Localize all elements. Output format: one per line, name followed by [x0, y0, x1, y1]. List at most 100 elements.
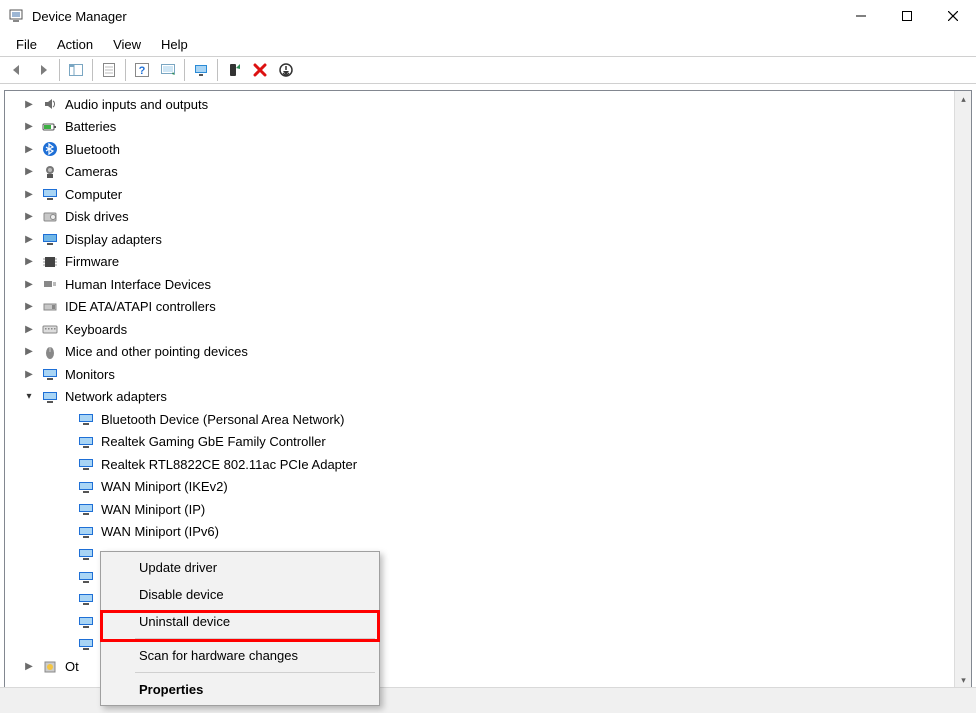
mouse-icon	[41, 343, 59, 361]
keyboard-icon	[41, 320, 59, 338]
camera-icon	[41, 163, 59, 181]
network-adapter-icon	[77, 410, 95, 428]
minimize-button[interactable]	[838, 0, 884, 32]
ide-icon	[41, 298, 59, 316]
context-properties[interactable]: Properties	[103, 676, 377, 703]
toolbar: ?	[0, 56, 976, 84]
scan-hardware-button[interactable]	[156, 58, 180, 82]
chevron-right-icon[interactable]: ▶	[21, 366, 37, 382]
menu-file[interactable]: File	[6, 35, 47, 54]
battery-icon	[41, 118, 59, 136]
category-label: Keyboards	[65, 322, 127, 337]
category-audio[interactable]: ▶ Audio inputs and outputs	[5, 93, 971, 116]
chevron-right-icon[interactable]: ▶	[21, 321, 37, 337]
menu-help[interactable]: Help	[151, 35, 198, 54]
category-label: Monitors	[65, 367, 115, 382]
context-menu-separator	[135, 672, 375, 673]
context-menu: Update driver Disable device Uninstall d…	[100, 551, 380, 706]
toolbar-separator	[125, 59, 126, 81]
chevron-right-icon[interactable]: ▶	[21, 254, 37, 270]
device-label: Realtek Gaming GbE Family Controller	[101, 434, 326, 449]
category-label: Cameras	[65, 164, 118, 179]
vertical-scrollbar[interactable]: ▴ ▾	[954, 91, 971, 689]
chevron-right-icon[interactable]: ▶	[21, 299, 37, 315]
category-bluetooth[interactable]: ▶ Bluetooth	[5, 138, 971, 161]
context-scan-hardware[interactable]: Scan for hardware changes	[103, 642, 377, 669]
category-ide[interactable]: ▶ IDE ATA/ATAPI controllers	[5, 296, 971, 319]
properties-button[interactable]	[97, 58, 121, 82]
enable-device-button[interactable]	[222, 58, 246, 82]
maximize-button[interactable]	[884, 0, 930, 32]
network-adapter-icon	[77, 455, 95, 473]
help-button[interactable]: ?	[130, 58, 154, 82]
category-display-adapters[interactable]: ▶ Display adapters	[5, 228, 971, 251]
category-monitors[interactable]: ▶ Monitors	[5, 363, 971, 386]
category-batteries[interactable]: ▶ Batteries	[5, 116, 971, 139]
category-label: Human Interface Devices	[65, 277, 211, 292]
device-item[interactable]: Bluetooth Device (Personal Area Network)	[5, 408, 971, 431]
category-label: Disk drives	[65, 209, 129, 224]
window-title: Device Manager	[32, 9, 127, 24]
svg-text:?: ?	[139, 65, 146, 77]
chevron-right-icon[interactable]: ▶	[21, 276, 37, 292]
chevron-right-icon[interactable]: ▶	[21, 141, 37, 157]
context-uninstall-device[interactable]: Uninstall device	[103, 608, 377, 635]
disable-device-button[interactable]	[274, 58, 298, 82]
category-computer[interactable]: ▶ Computer	[5, 183, 971, 206]
computer-icon	[41, 185, 59, 203]
firmware-icon	[41, 253, 59, 271]
device-label: WAN Miniport (IP)	[101, 502, 205, 517]
chevron-right-icon[interactable]: ▶	[21, 209, 37, 225]
category-disk-drives[interactable]: ▶ Disk drives	[5, 206, 971, 229]
chevron-right-icon[interactable]: ▶	[21, 186, 37, 202]
menubar: File Action View Help	[0, 32, 976, 56]
menu-action[interactable]: Action	[47, 35, 103, 54]
category-mice[interactable]: ▶ Mice and other pointing devices	[5, 341, 971, 364]
show-hide-tree-button[interactable]	[64, 58, 88, 82]
toolbar-separator	[217, 59, 218, 81]
category-network-adapters[interactable]: ▾ Network adapters	[5, 386, 971, 409]
device-item[interactable]: Realtek RTL8822CE 802.11ac PCIe Adapter	[5, 453, 971, 476]
chevron-down-icon[interactable]: ▾	[21, 389, 37, 405]
hid-icon	[41, 275, 59, 293]
network-adapter-icon	[77, 500, 95, 518]
device-item[interactable]: WAN Miniport (IPv6)	[5, 521, 971, 544]
network-adapter-icon	[77, 433, 95, 451]
category-label: Computer	[65, 187, 122, 202]
category-label: Mice and other pointing devices	[65, 344, 248, 359]
back-button[interactable]	[5, 58, 29, 82]
close-button[interactable]	[930, 0, 976, 32]
category-label: Batteries	[65, 119, 116, 134]
chevron-right-icon[interactable]: ▶	[21, 344, 37, 360]
context-update-driver[interactable]: Update driver	[103, 554, 377, 581]
forward-button[interactable]	[31, 58, 55, 82]
network-adapter-icon	[77, 635, 95, 653]
scroll-up-icon[interactable]: ▴	[955, 91, 972, 108]
chevron-right-icon[interactable]: ▶	[21, 96, 37, 112]
menu-view[interactable]: View	[103, 35, 151, 54]
network-adapter-icon	[77, 568, 95, 586]
network-adapter-icon	[77, 545, 95, 563]
category-cameras[interactable]: ▶ Cameras	[5, 161, 971, 184]
toolbar-separator	[184, 59, 185, 81]
chevron-right-icon[interactable]: ▶	[21, 231, 37, 247]
device-label: WAN Miniport (IKEv2)	[101, 479, 228, 494]
context-disable-device[interactable]: Disable device	[103, 581, 377, 608]
device-item[interactable]: Realtek Gaming GbE Family Controller	[5, 431, 971, 454]
update-driver-button[interactable]	[189, 58, 213, 82]
category-label: Display adapters	[65, 232, 162, 247]
chevron-right-icon[interactable]: ▶	[21, 119, 37, 135]
category-firmware[interactable]: ▶ Firmware	[5, 251, 971, 274]
audio-icon	[41, 95, 59, 113]
context-menu-separator	[135, 638, 375, 639]
disk-icon	[41, 208, 59, 226]
category-hid[interactable]: ▶ Human Interface Devices	[5, 273, 971, 296]
bluetooth-icon	[41, 140, 59, 158]
device-item[interactable]: WAN Miniport (IP)	[5, 498, 971, 521]
display-adapter-icon	[41, 230, 59, 248]
uninstall-device-button[interactable]	[248, 58, 272, 82]
category-keyboards[interactable]: ▶ Keyboards	[5, 318, 971, 341]
chevron-right-icon[interactable]: ▶	[21, 164, 37, 180]
chevron-right-icon[interactable]: ▶	[21, 659, 37, 675]
device-item[interactable]: WAN Miniport (IKEv2)	[5, 476, 971, 499]
